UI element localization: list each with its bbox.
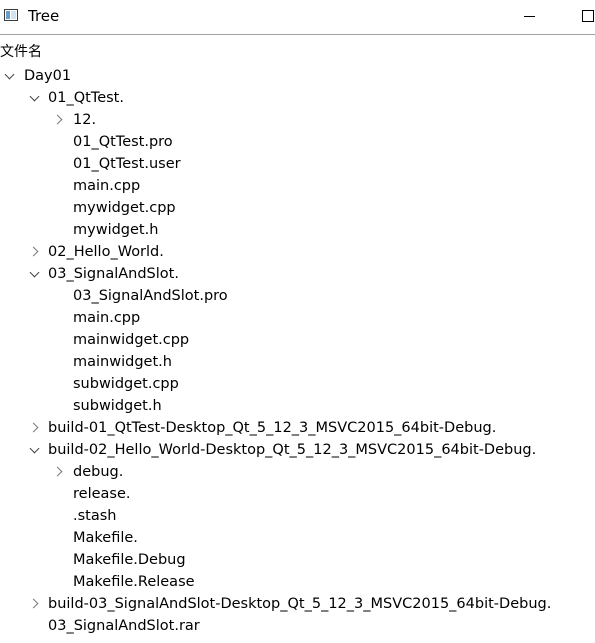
- tree-item[interactable]: 01_QtTest.: [0, 87, 595, 109]
- chevron-right-icon[interactable]: [29, 245, 43, 259]
- tree-item-label: 01_QtTest.pro: [73, 134, 173, 150]
- tree-item[interactable]: build-01_QtTest-Desktop_Qt_5_12_3_MSVC20…: [0, 417, 595, 439]
- tree-item-label: subwidget.h: [73, 398, 162, 414]
- column-header-filename[interactable]: 文件名: [0, 42, 42, 62]
- tree-window: Tree 文件名 Day01 01_QtTest. 12. 01_QtTest.pro…: [0, 0, 595, 643]
- tree-item-label: mainwidget.cpp: [73, 332, 190, 348]
- chevron-right-icon[interactable]: [29, 597, 43, 611]
- tree-item[interactable]: release.: [0, 483, 595, 505]
- tree-item-label: subwidget.cpp: [73, 376, 179, 392]
- title-bar[interactable]: Tree: [0, 0, 595, 34]
- tree-item-label: mainwidget.h: [73, 354, 172, 370]
- tree-item[interactable]: 01_QtTest.user: [0, 153, 595, 175]
- tree-item-label: mywidget.h: [73, 222, 159, 238]
- tree-item[interactable]: 01_QtTest.pro: [0, 131, 595, 153]
- tree-item[interactable]: mainwidget.cpp: [0, 329, 595, 351]
- tree-item[interactable]: 03_SignalAndSlot.: [0, 263, 595, 285]
- tree-item-label: 03_SignalAndSlot.: [48, 266, 179, 282]
- tree-item[interactable]: Day01: [0, 65, 595, 87]
- tree-item-label: 02_Hello_World.: [48, 244, 164, 260]
- tree-item-label: Makefile.Debug: [73, 552, 186, 568]
- window-title: Tree: [28, 7, 60, 25]
- tree-item[interactable]: subwidget.cpp: [0, 373, 595, 395]
- maximize-button[interactable]: [575, 4, 595, 28]
- chevron-right-icon[interactable]: [53, 113, 67, 127]
- chevron-down-icon[interactable]: [4, 69, 18, 83]
- minimize-button[interactable]: [518, 4, 542, 28]
- tree-item[interactable]: main.cpp: [0, 175, 595, 197]
- tree-item-label: .stash: [73, 508, 117, 524]
- tree-item-label: 03_SignalAndSlot.rar: [48, 618, 200, 634]
- tree-item[interactable]: build-03_SignalAndSlot-Desktop_Qt_5_12_3…: [0, 593, 595, 615]
- tree-item-label: build-01_QtTest-Desktop_Qt_5_12_3_MSVC20…: [48, 420, 497, 436]
- chevron-right-icon[interactable]: [29, 421, 43, 435]
- tree-item-label: 01_QtTest.: [48, 90, 124, 106]
- tree-item-label: Makefile.Release: [73, 574, 195, 590]
- tree-item-label: Makefile.: [73, 530, 138, 546]
- app-window-icon: [4, 9, 18, 21]
- tree-item-label: Day01: [24, 68, 72, 84]
- tree-item[interactable]: subwidget.h: [0, 395, 595, 417]
- tree-item[interactable]: .stash: [0, 505, 595, 527]
- chevron-right-icon[interactable]: [53, 465, 67, 479]
- tree-item-label: main.cpp: [73, 178, 141, 194]
- tree-item[interactable]: mainwidget.h: [0, 351, 595, 373]
- tree-item-label: 03_SignalAndSlot.pro: [73, 288, 228, 304]
- tree-item[interactable]: mywidget.h: [0, 219, 595, 241]
- tree-item-label: debug.: [73, 464, 124, 480]
- tree-item[interactable]: debug.: [0, 461, 595, 483]
- tree-item[interactable]: Makefile.: [0, 527, 595, 549]
- tree-item-label: build-03_SignalAndSlot-Desktop_Qt_5_12_3…: [48, 596, 552, 612]
- tree-item[interactable]: 03_SignalAndSlot.pro: [0, 285, 595, 307]
- chevron-down-icon[interactable]: [29, 91, 43, 105]
- tree-item-label: release.: [73, 486, 131, 502]
- tree-item[interactable]: Makefile.Release: [0, 571, 595, 593]
- tree-item-label: main.cpp: [73, 310, 141, 326]
- tree-item-label: mywidget.cpp: [73, 200, 176, 216]
- chevron-down-icon[interactable]: [29, 443, 43, 457]
- tree-item[interactable]: main.cpp: [0, 307, 595, 329]
- tree-item[interactable]: build-02_Hello_World-Desktop_Qt_5_12_3_M…: [0, 439, 595, 461]
- tree-item[interactable]: 02_Hello_World.: [0, 241, 595, 263]
- title-divider: [0, 34, 595, 35]
- tree-item-label: build-02_Hello_World-Desktop_Qt_5_12_3_M…: [48, 442, 537, 458]
- tree-item-label: 12.: [73, 112, 97, 128]
- tree-item-label: 01_QtTest.user: [73, 156, 181, 172]
- tree-item[interactable]: Makefile.Debug: [0, 549, 595, 571]
- tree-item[interactable]: mywidget.cpp: [0, 197, 595, 219]
- chevron-down-icon[interactable]: [29, 267, 43, 281]
- tree-item[interactable]: 12.: [0, 109, 595, 131]
- tree-item[interactable]: 03_SignalAndSlot.rar: [0, 615, 595, 637]
